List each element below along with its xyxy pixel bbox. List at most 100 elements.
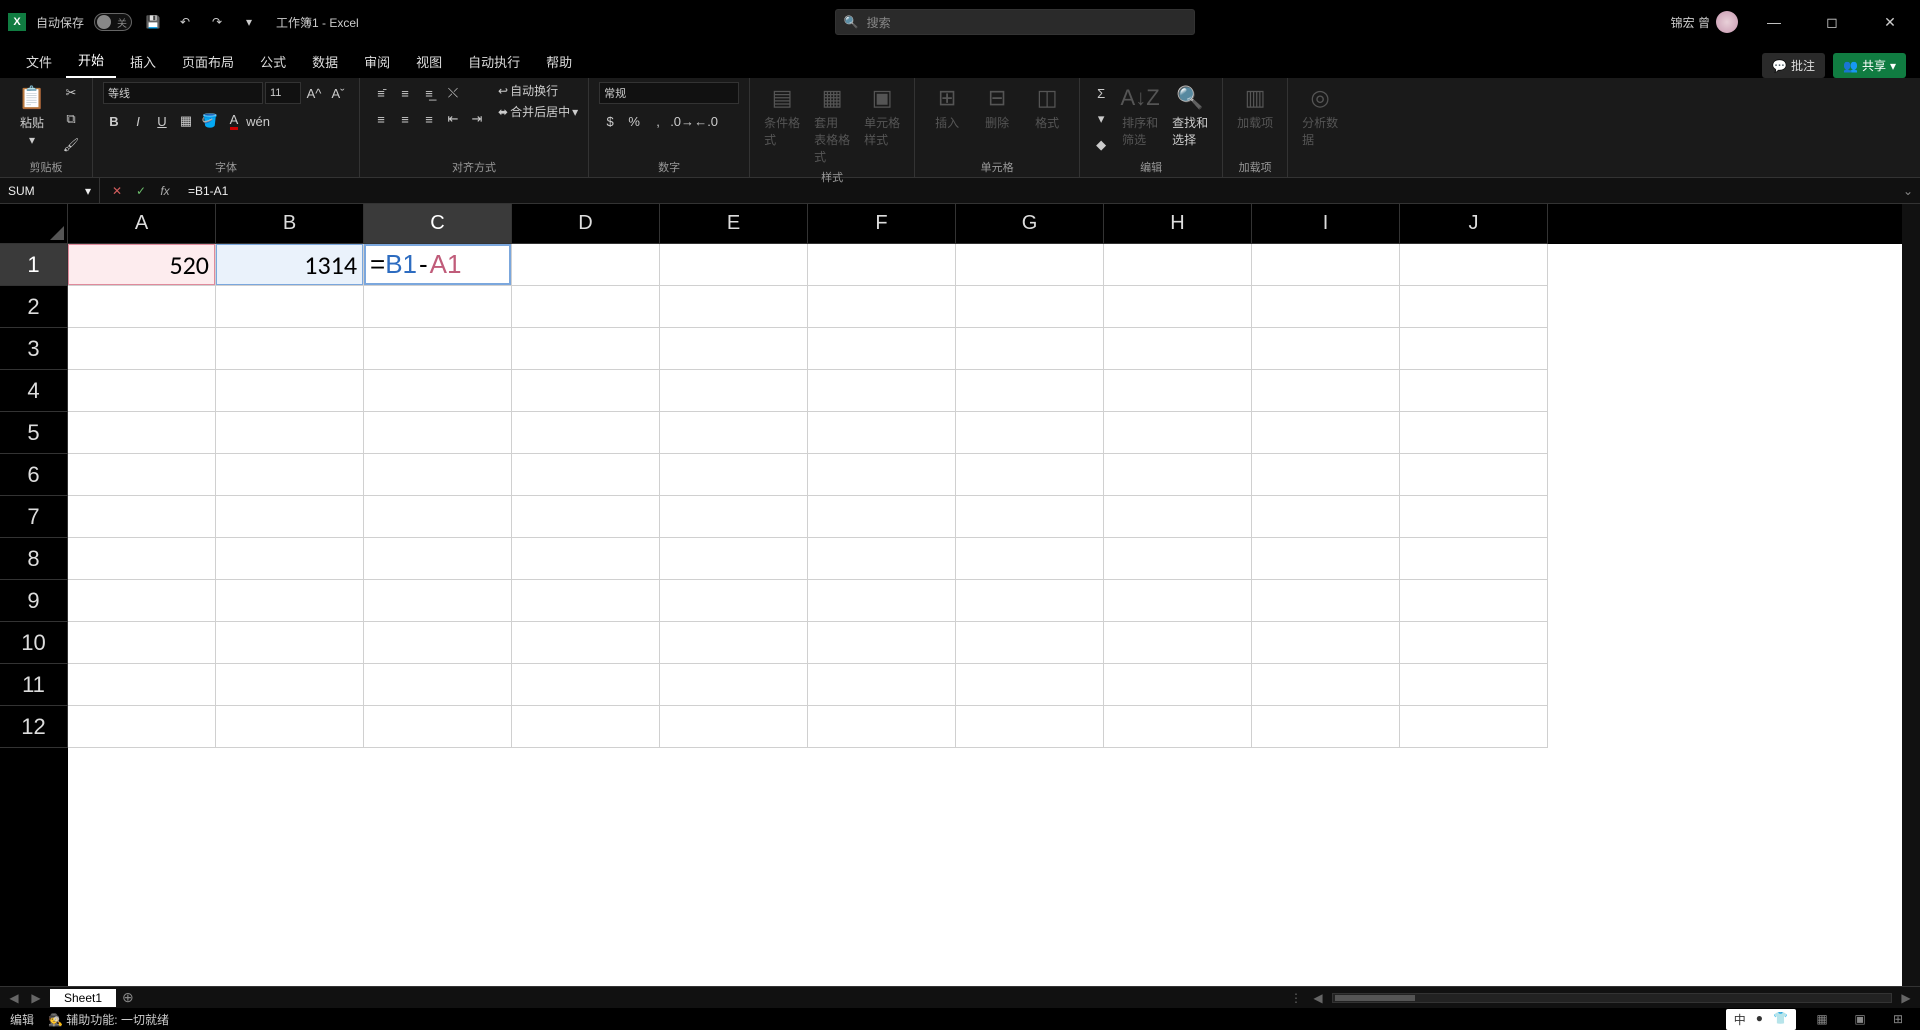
cell[interactable] bbox=[956, 412, 1104, 454]
cell[interactable] bbox=[1104, 286, 1252, 328]
col-F[interactable]: F bbox=[808, 204, 956, 244]
cell[interactable] bbox=[1252, 538, 1400, 580]
row-1[interactable]: 1 bbox=[0, 244, 68, 286]
cell[interactable] bbox=[808, 706, 956, 748]
delete-cells-button[interactable]: ⊟删除 bbox=[975, 82, 1019, 133]
cell-J1[interactable] bbox=[1400, 244, 1548, 286]
cell[interactable] bbox=[1252, 496, 1400, 538]
hscroll-left-icon[interactable]: ◀ bbox=[1310, 991, 1326, 1005]
formula-expand-icon[interactable]: ⌄ bbox=[1896, 184, 1920, 198]
cell[interactable] bbox=[1400, 706, 1548, 748]
col-J[interactable]: J bbox=[1400, 204, 1548, 244]
cell[interactable] bbox=[1400, 496, 1548, 538]
addins-button[interactable]: ▥加载项 bbox=[1233, 82, 1277, 133]
cell[interactable] bbox=[68, 370, 216, 412]
indent-decrease-icon[interactable]: ⇤ bbox=[442, 108, 464, 130]
cell[interactable] bbox=[364, 454, 512, 496]
tab-help[interactable]: 帮助 bbox=[534, 45, 584, 78]
col-H[interactable]: H bbox=[1104, 204, 1252, 244]
cell[interactable] bbox=[512, 370, 660, 412]
decrease-decimal-icon[interactable]: ←.0 bbox=[695, 110, 717, 132]
cell[interactable] bbox=[808, 286, 956, 328]
cell[interactable] bbox=[364, 622, 512, 664]
cell[interactable] bbox=[68, 496, 216, 538]
insert-cells-button[interactable]: ⊞插入 bbox=[925, 82, 969, 133]
cell[interactable] bbox=[808, 454, 956, 496]
format-cells-button[interactable]: ◫格式 bbox=[1025, 82, 1069, 133]
cell[interactable] bbox=[216, 328, 364, 370]
cell-I1[interactable] bbox=[1252, 244, 1400, 286]
cell[interactable] bbox=[364, 370, 512, 412]
cell[interactable] bbox=[1104, 538, 1252, 580]
cell[interactable] bbox=[68, 412, 216, 454]
cell[interactable] bbox=[660, 370, 808, 412]
cell[interactable] bbox=[1400, 412, 1548, 454]
italic-button[interactable]: I bbox=[127, 110, 149, 132]
cell[interactable] bbox=[1252, 328, 1400, 370]
formula-input[interactable]: =B1-A1 bbox=[182, 184, 1896, 198]
cell[interactable] bbox=[1252, 706, 1400, 748]
paste-button[interactable]: 📋粘贴▾ bbox=[10, 82, 54, 149]
cell[interactable] bbox=[512, 496, 660, 538]
cell[interactable] bbox=[68, 454, 216, 496]
row-4[interactable]: 4 bbox=[0, 370, 68, 412]
align-top-icon[interactable]: ≡̄ bbox=[370, 82, 392, 104]
cell[interactable] bbox=[1104, 622, 1252, 664]
cell[interactable] bbox=[660, 412, 808, 454]
autosave-toggle[interactable]: 关 bbox=[94, 13, 132, 31]
cell[interactable] bbox=[512, 580, 660, 622]
cell[interactable] bbox=[660, 496, 808, 538]
close-button[interactable]: ✕ bbox=[1868, 14, 1912, 31]
comments-button[interactable]: 💬 批注 bbox=[1762, 53, 1825, 78]
cell[interactable] bbox=[660, 664, 808, 706]
tab-insert[interactable]: 插入 bbox=[118, 45, 168, 78]
align-right-icon[interactable]: ≡ bbox=[418, 108, 440, 130]
cell[interactable] bbox=[216, 622, 364, 664]
sheet-nav-prev-icon[interactable]: ◀ bbox=[6, 991, 22, 1005]
page-layout-view-icon[interactable]: ▣ bbox=[1848, 1012, 1872, 1026]
align-left-icon[interactable]: ≡ bbox=[370, 108, 392, 130]
wrap-text-button[interactable]: ↩ 自动换行 bbox=[498, 82, 578, 99]
cell[interactable] bbox=[660, 538, 808, 580]
col-D[interactable]: D bbox=[512, 204, 660, 244]
cell[interactable] bbox=[660, 706, 808, 748]
fill-color-icon[interactable]: 🪣 bbox=[199, 110, 221, 132]
cell[interactable] bbox=[808, 580, 956, 622]
cell[interactable] bbox=[660, 580, 808, 622]
cell[interactable] bbox=[364, 538, 512, 580]
save-icon[interactable]: 💾 bbox=[142, 15, 164, 29]
cell[interactable] bbox=[1104, 412, 1252, 454]
cells-area[interactable]: 520 1314 =B1-A1 bbox=[68, 244, 1902, 986]
col-B[interactable]: B bbox=[216, 204, 364, 244]
cell[interactable] bbox=[364, 412, 512, 454]
row-9[interactable]: 9 bbox=[0, 580, 68, 622]
cell-C1[interactable]: =B1-A1 bbox=[364, 244, 512, 286]
horizontal-scrollbar[interactable] bbox=[1332, 993, 1892, 1003]
increase-font-icon[interactable]: A^ bbox=[303, 82, 325, 104]
minimize-button[interactable]: — bbox=[1752, 14, 1796, 30]
autosum-icon[interactable]: Σ bbox=[1090, 82, 1112, 104]
border-icon[interactable]: ▦ bbox=[175, 110, 197, 132]
comma-icon[interactable]: , bbox=[647, 110, 669, 132]
cell[interactable] bbox=[68, 286, 216, 328]
sort-filter-button[interactable]: A↓Z排序和筛选 bbox=[1118, 82, 1162, 150]
cell[interactable] bbox=[512, 412, 660, 454]
cell-F1[interactable] bbox=[808, 244, 956, 286]
format-table-button[interactable]: ▦套用 表格格式 bbox=[810, 82, 854, 167]
cell[interactable] bbox=[1252, 286, 1400, 328]
normal-view-icon[interactable]: ▦ bbox=[1810, 1012, 1834, 1026]
cell[interactable] bbox=[216, 538, 364, 580]
row-5[interactable]: 5 bbox=[0, 412, 68, 454]
cell[interactable] bbox=[68, 706, 216, 748]
cell[interactable] bbox=[1252, 370, 1400, 412]
cell[interactable] bbox=[364, 664, 512, 706]
col-E[interactable]: E bbox=[660, 204, 808, 244]
cell[interactable] bbox=[956, 580, 1104, 622]
cell[interactable] bbox=[956, 496, 1104, 538]
row-3[interactable]: 3 bbox=[0, 328, 68, 370]
cell-styles-button[interactable]: ▣单元格样式 bbox=[860, 82, 904, 150]
page-break-view-icon[interactable]: ⊞ bbox=[1886, 1012, 1910, 1026]
cell[interactable] bbox=[808, 664, 956, 706]
share-button[interactable]: 👥 共享 ▾ bbox=[1833, 53, 1906, 78]
cell[interactable] bbox=[956, 454, 1104, 496]
